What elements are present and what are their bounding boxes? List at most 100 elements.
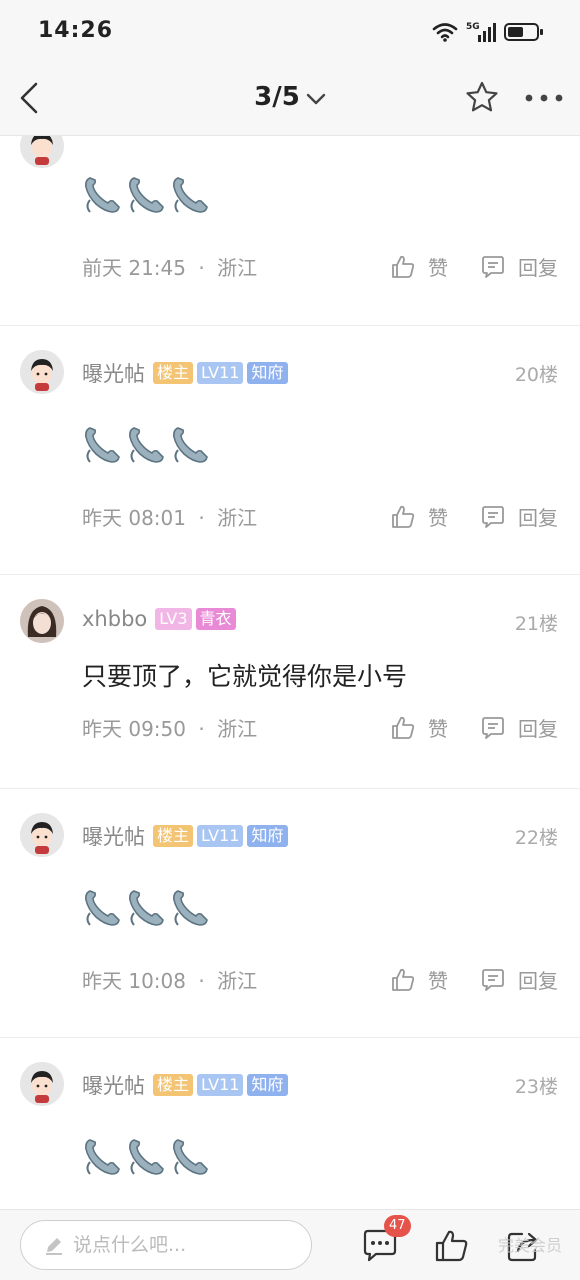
favorite-button[interactable] [462, 78, 502, 118]
comment-input[interactable] [73, 1234, 293, 1256]
badge-rank: 知府 [247, 1074, 288, 1096]
phone-emoji-icon [170, 422, 210, 470]
thumb-up-icon [435, 1230, 468, 1262]
avatar[interactable] [20, 350, 64, 394]
reply-button[interactable]: 回复 [480, 252, 558, 281]
username-row: 曝光帖 楼主 LV11 知府 [82, 1070, 288, 1100]
like-button[interactable]: 赞 [390, 252, 448, 281]
username-row: 曝光帖 楼主 LV11 知府 [82, 358, 288, 388]
phone-emoji-icon [82, 172, 122, 220]
username[interactable]: 曝光帖 [82, 358, 145, 388]
thumb-up-icon [390, 504, 422, 530]
thumb-up-icon [390, 967, 422, 993]
chevron-down-icon [306, 83, 326, 113]
comment-input-box[interactable] [20, 1220, 312, 1270]
wifi-icon [432, 23, 458, 42]
badge-rank: 知府 [247, 825, 288, 847]
comment-feed[interactable]: 前天 21:45 · 浙江 赞 回复 曝光帖 楼主 LV11 知府 20楼 昨天… [0, 136, 580, 1209]
status-time: 14:26 [38, 18, 114, 43]
post-time: 昨天 08:01 [82, 506, 186, 530]
username[interactable]: 曝光帖 [82, 1070, 145, 1100]
phone-emoji-icon [82, 885, 122, 933]
thumb-up-icon [390, 715, 422, 741]
phone-emoji-icon [126, 172, 166, 220]
like-label: 赞 [428, 506, 448, 530]
meta-separator: · [198, 717, 205, 741]
phone-emoji-icon [170, 172, 210, 220]
emoji-row [82, 1134, 210, 1182]
post-actions: 赞 回复 [390, 965, 558, 994]
page-indicator: 3/5 [254, 82, 300, 112]
like-label: 赞 [428, 256, 448, 280]
nav-bar: 3/5 [0, 62, 580, 136]
username[interactable]: 曝光帖 [82, 821, 145, 851]
emoji-row [82, 172, 210, 220]
battery-icon [504, 23, 543, 41]
badge-level: LV11 [197, 825, 244, 847]
post-actions: 赞 回复 [390, 713, 558, 742]
reply-button[interactable]: 回复 [480, 713, 558, 742]
pencil-icon [46, 1238, 62, 1255]
divider [0, 788, 580, 789]
reply-label: 回复 [518, 506, 558, 530]
reply-icon [480, 715, 512, 741]
post-location: 浙江 [217, 506, 258, 530]
username[interactable]: xhbbo [82, 607, 147, 631]
badge-level: LV11 [197, 362, 244, 384]
post-meta: 昨天 08:01 · 浙江 [82, 502, 257, 531]
watermark: 完美会员 [497, 1236, 562, 1255]
reply-button[interactable]: 回复 [480, 502, 558, 531]
bottom-bar: 47 完美会员 [0, 1209, 580, 1280]
post-time: 前天 21:45 [82, 256, 186, 280]
badge-owner: 楼主 [153, 362, 194, 384]
post-meta: 昨天 09:50 · 浙江 [82, 713, 257, 742]
reply-icon [480, 967, 512, 993]
badge-owner: 楼主 [153, 1074, 194, 1096]
emoji-row [82, 422, 210, 470]
like-post-button[interactable] [432, 1226, 472, 1266]
reply-label: 回复 [518, 717, 558, 741]
phone-emoji-icon [82, 1134, 122, 1182]
more-button[interactable] [522, 78, 566, 118]
avatar[interactable] [20, 599, 64, 643]
post-location: 浙江 [217, 969, 258, 993]
divider [0, 1037, 580, 1038]
comment-count-badge: 47 [384, 1215, 411, 1237]
thumb-up-icon [390, 254, 422, 280]
like-button[interactable]: 赞 [390, 965, 448, 994]
phone-emoji-icon [126, 422, 166, 470]
post-location: 浙江 [217, 717, 258, 741]
comment-text: 只要顶了，它就觉得你是小号 [82, 662, 408, 691]
star-icon [466, 81, 498, 112]
post-actions: 赞 回复 [390, 502, 558, 531]
more-icon [525, 94, 563, 102]
reply-button[interactable]: 回复 [480, 965, 558, 994]
like-button[interactable]: 赞 [390, 502, 448, 531]
divider [0, 325, 580, 326]
emoji-row [82, 885, 210, 933]
divider [0, 574, 580, 575]
post-time: 昨天 09:50 [82, 717, 186, 741]
badge-rank: 青衣 [195, 608, 236, 630]
avatar[interactable] [20, 1062, 64, 1106]
like-button[interactable]: 赞 [390, 713, 448, 742]
username-row: xhbbo LV3 青衣 [82, 607, 236, 631]
reply-icon [480, 254, 512, 280]
post-time: 昨天 10:08 [82, 969, 186, 993]
status-icons: 5G [432, 20, 544, 44]
meta-separator: · [198, 506, 205, 530]
badge-rank: 知府 [247, 362, 288, 384]
phone-emoji-icon [170, 1134, 210, 1182]
meta-separator: · [198, 256, 205, 280]
phone-emoji-icon [170, 885, 210, 933]
avatar[interactable] [20, 813, 64, 857]
badge-level: LV11 [197, 1074, 244, 1096]
status-bar: 14:26 5G [0, 0, 580, 62]
floor-number: 22楼 [514, 827, 558, 849]
like-label: 赞 [428, 717, 448, 741]
post-location: 浙江 [217, 256, 258, 280]
phone-emoji-icon [126, 1134, 166, 1182]
avatar[interactable] [20, 136, 64, 168]
post-actions: 赞 回复 [390, 252, 558, 281]
floor-number: 23楼 [514, 1076, 558, 1098]
